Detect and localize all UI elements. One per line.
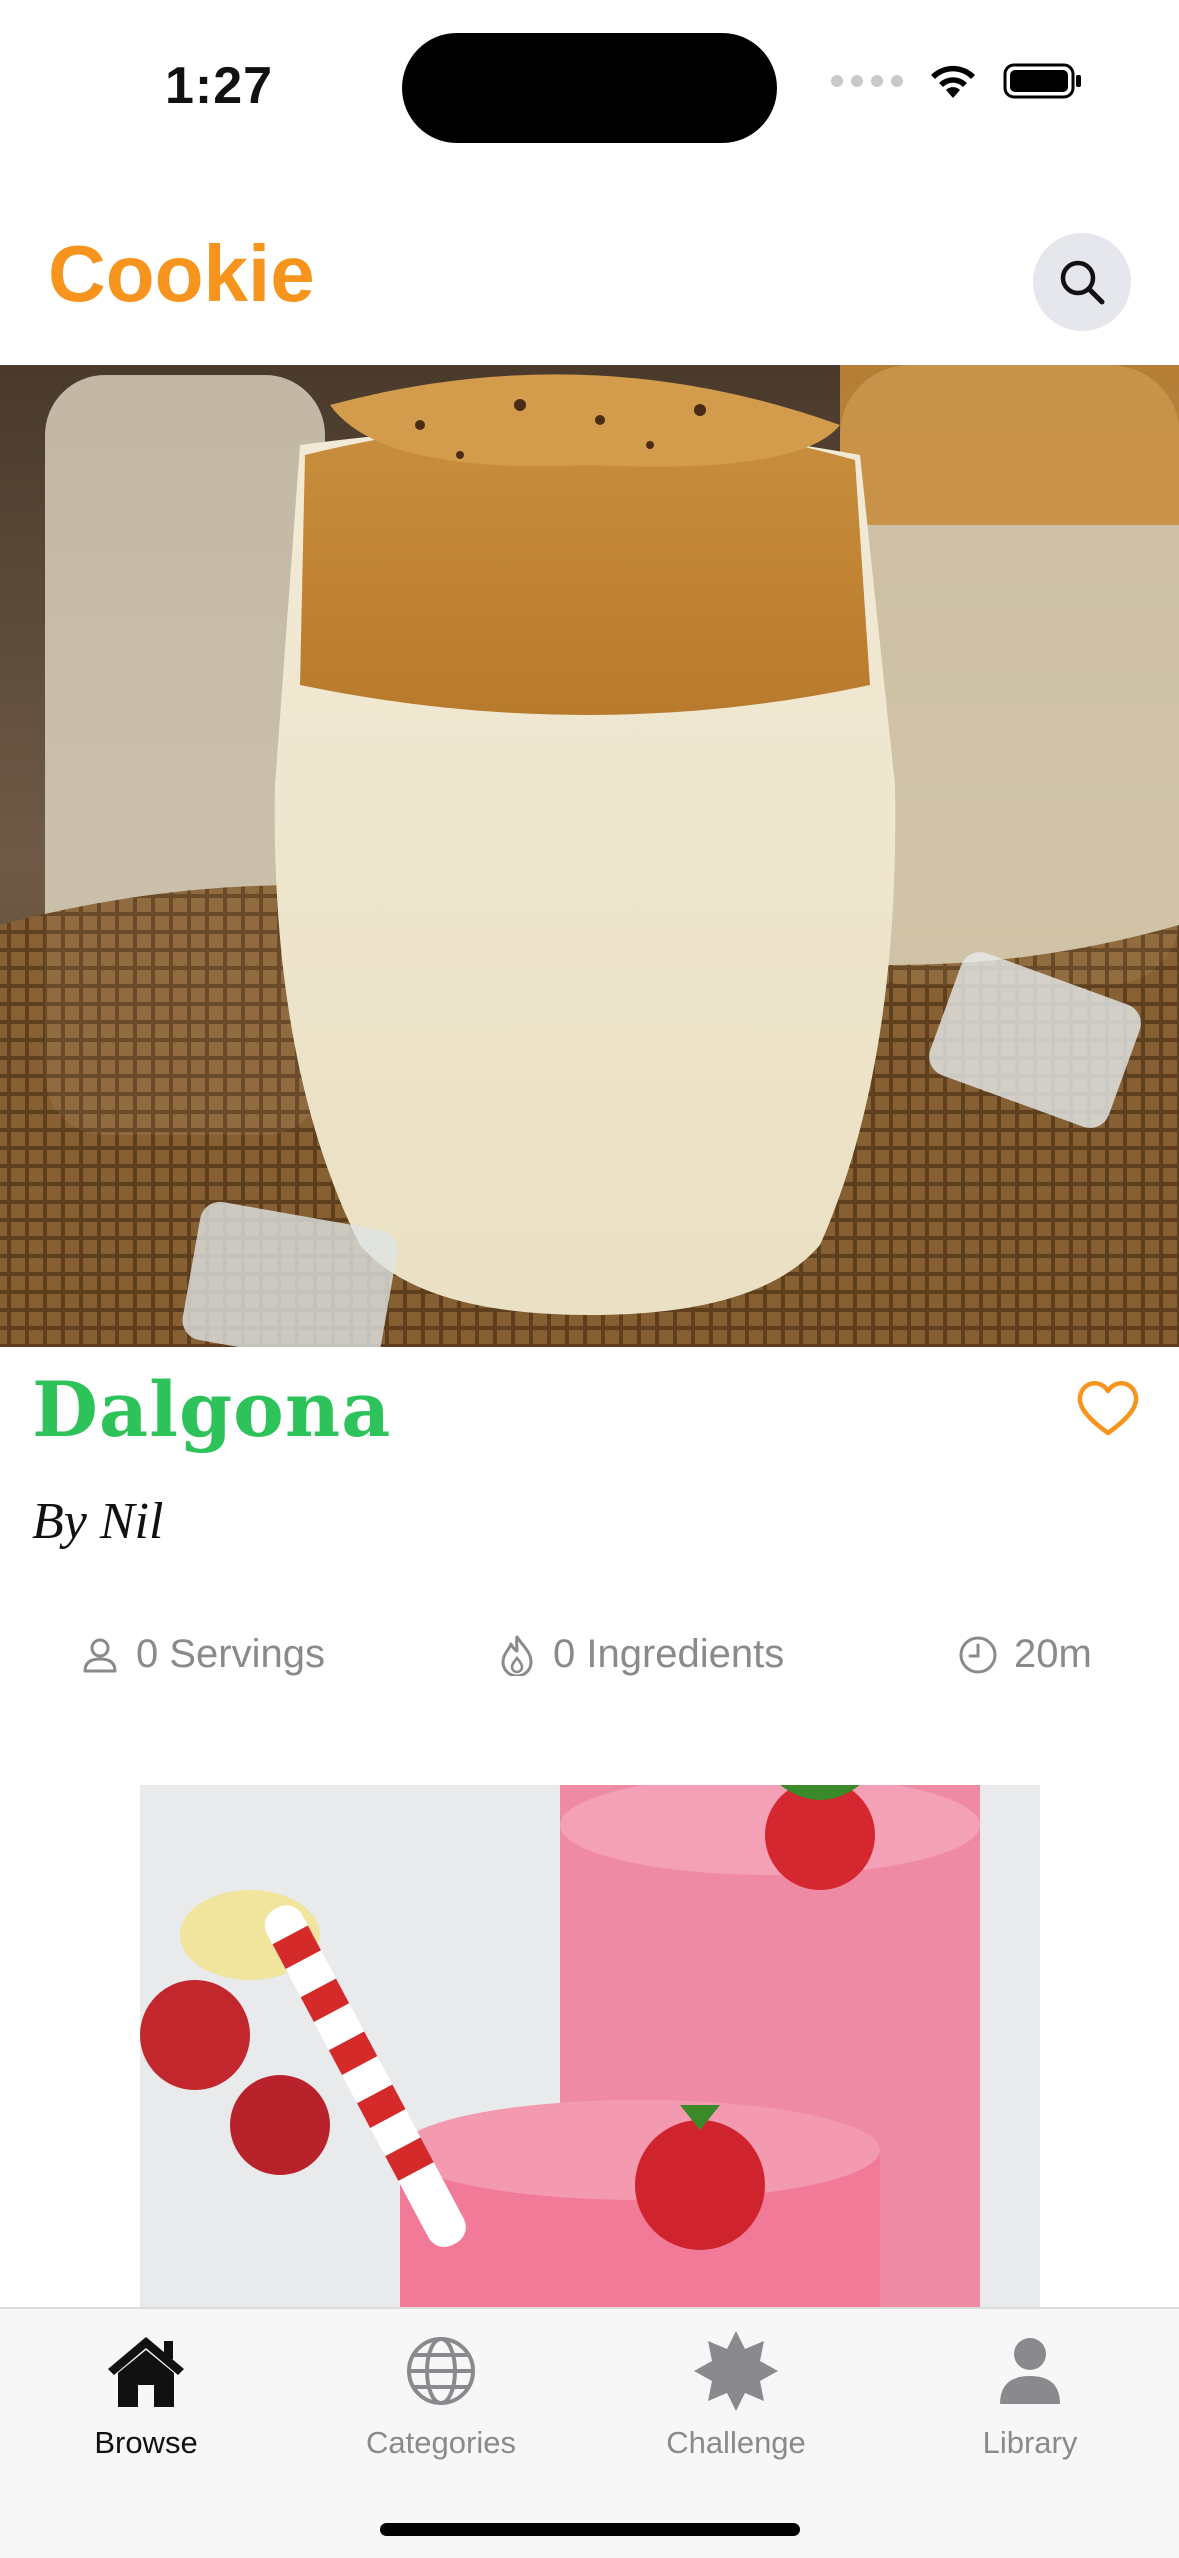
status-bar: 1:27 [0,0,1179,180]
tab-label: Browse [94,2425,198,2460]
status-icons [831,62,1083,100]
recipe-hero-image[interactable] [0,365,1179,1347]
time-info: 20m [958,1632,1092,1677]
ingredients-info: 0 Ingredients [497,1632,784,1677]
tab-categories[interactable]: Categories [331,2323,551,2461]
search-icon [1060,260,1105,305]
recipe-header: Dalgona By Nil 0 Servings 0 Ingredients [0,1347,1179,1767]
home-indicator[interactable] [380,2523,800,2536]
app-title: Cookie [48,229,315,318]
favorite-button[interactable] [1073,1373,1143,1443]
ingredients-label: 0 Ingredients [553,1632,785,1676]
tab-label: Library [982,2425,1078,2460]
person-icon [1000,2338,1060,2404]
tab-bar: Browse Categories Challenge Library [0,2307,1179,2558]
servings-info: 0 Servings [80,1632,325,1677]
wifi-icon [927,62,979,100]
star-badge-icon [694,2331,778,2411]
status-time: 1:27 [165,57,274,115]
flame-icon [501,1635,533,1676]
time-label: 20m [1014,1632,1092,1676]
recipe-meta-row: 0 Servings 0 Ingredients 20m [0,1632,1179,1702]
tab-label: Challenge [666,2425,806,2460]
cellular-signal-icon [831,75,903,87]
tab-browse[interactable]: Browse [36,2323,256,2461]
recipe-author: By Nil [32,1493,164,1550]
dynamic-island [402,33,777,143]
tab-library[interactable]: Library [920,2323,1140,2461]
clock-icon [959,1636,997,1673]
tab-challenge[interactable]: Challenge [626,2323,846,2461]
app-header: Cookie [0,180,1179,365]
search-button[interactable] [1033,233,1131,331]
recipe-title[interactable]: Dalgona [32,1365,391,1454]
servings-label: 0 Servings [136,1632,325,1676]
heart-icon [1077,1381,1139,1436]
person-outline-icon [83,1638,117,1672]
battery-icon [1003,62,1083,100]
tab-label: Categories [366,2425,516,2460]
house-icon [108,2337,184,2407]
globe-icon [407,2337,475,2405]
recipe-card-image[interactable] [140,1785,1040,2310]
